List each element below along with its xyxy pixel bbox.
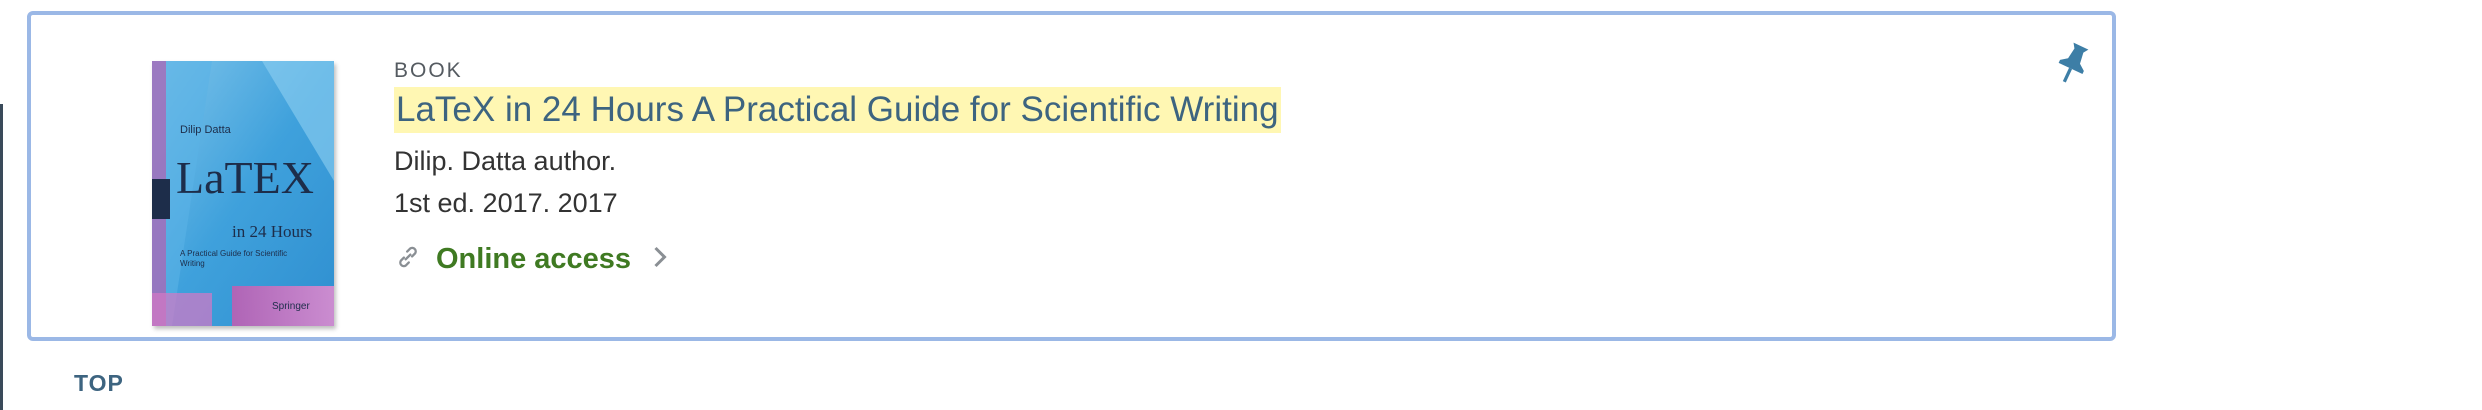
online-access-link[interactable]: Online access bbox=[394, 239, 1912, 279]
resource-type-label: BOOK bbox=[394, 59, 1912, 83]
cover-publisher-text: Springer bbox=[272, 301, 310, 312]
record-title-link[interactable]: LaTeX in 24 Hours A Practical Guide for … bbox=[394, 87, 1281, 133]
chevron-right-icon bbox=[631, 245, 669, 274]
pin-icon[interactable] bbox=[2051, 41, 2091, 87]
cover-author-text: Dilip Datta bbox=[180, 124, 232, 136]
cover-subtitle-text: in 24 Hours bbox=[232, 222, 312, 241]
page-left-edge bbox=[0, 104, 3, 410]
book-cover-thumbnail[interactable]: Dilip Datta LaTEX in 24 Hours A Practica… bbox=[152, 61, 334, 326]
cover-tagline-text: A Practical Guide for Scientific Writing bbox=[180, 249, 290, 269]
link-icon bbox=[394, 243, 436, 276]
online-access-label[interactable]: Online access bbox=[436, 243, 631, 276]
cover-logo-text: LaTEX bbox=[176, 152, 314, 203]
back-to-top-link[interactable]: TOP bbox=[74, 370, 124, 397]
search-result-card[interactable]: Dilip Datta LaTEX in 24 Hours A Practica… bbox=[27, 11, 2116, 341]
record-edition: 1st ed. 2017. 2017 bbox=[394, 185, 1912, 221]
record-details: BOOK LaTeX in 24 Hours A Practical Guide… bbox=[394, 59, 1912, 279]
record-author: Dilip. Datta author. bbox=[394, 143, 1912, 179]
